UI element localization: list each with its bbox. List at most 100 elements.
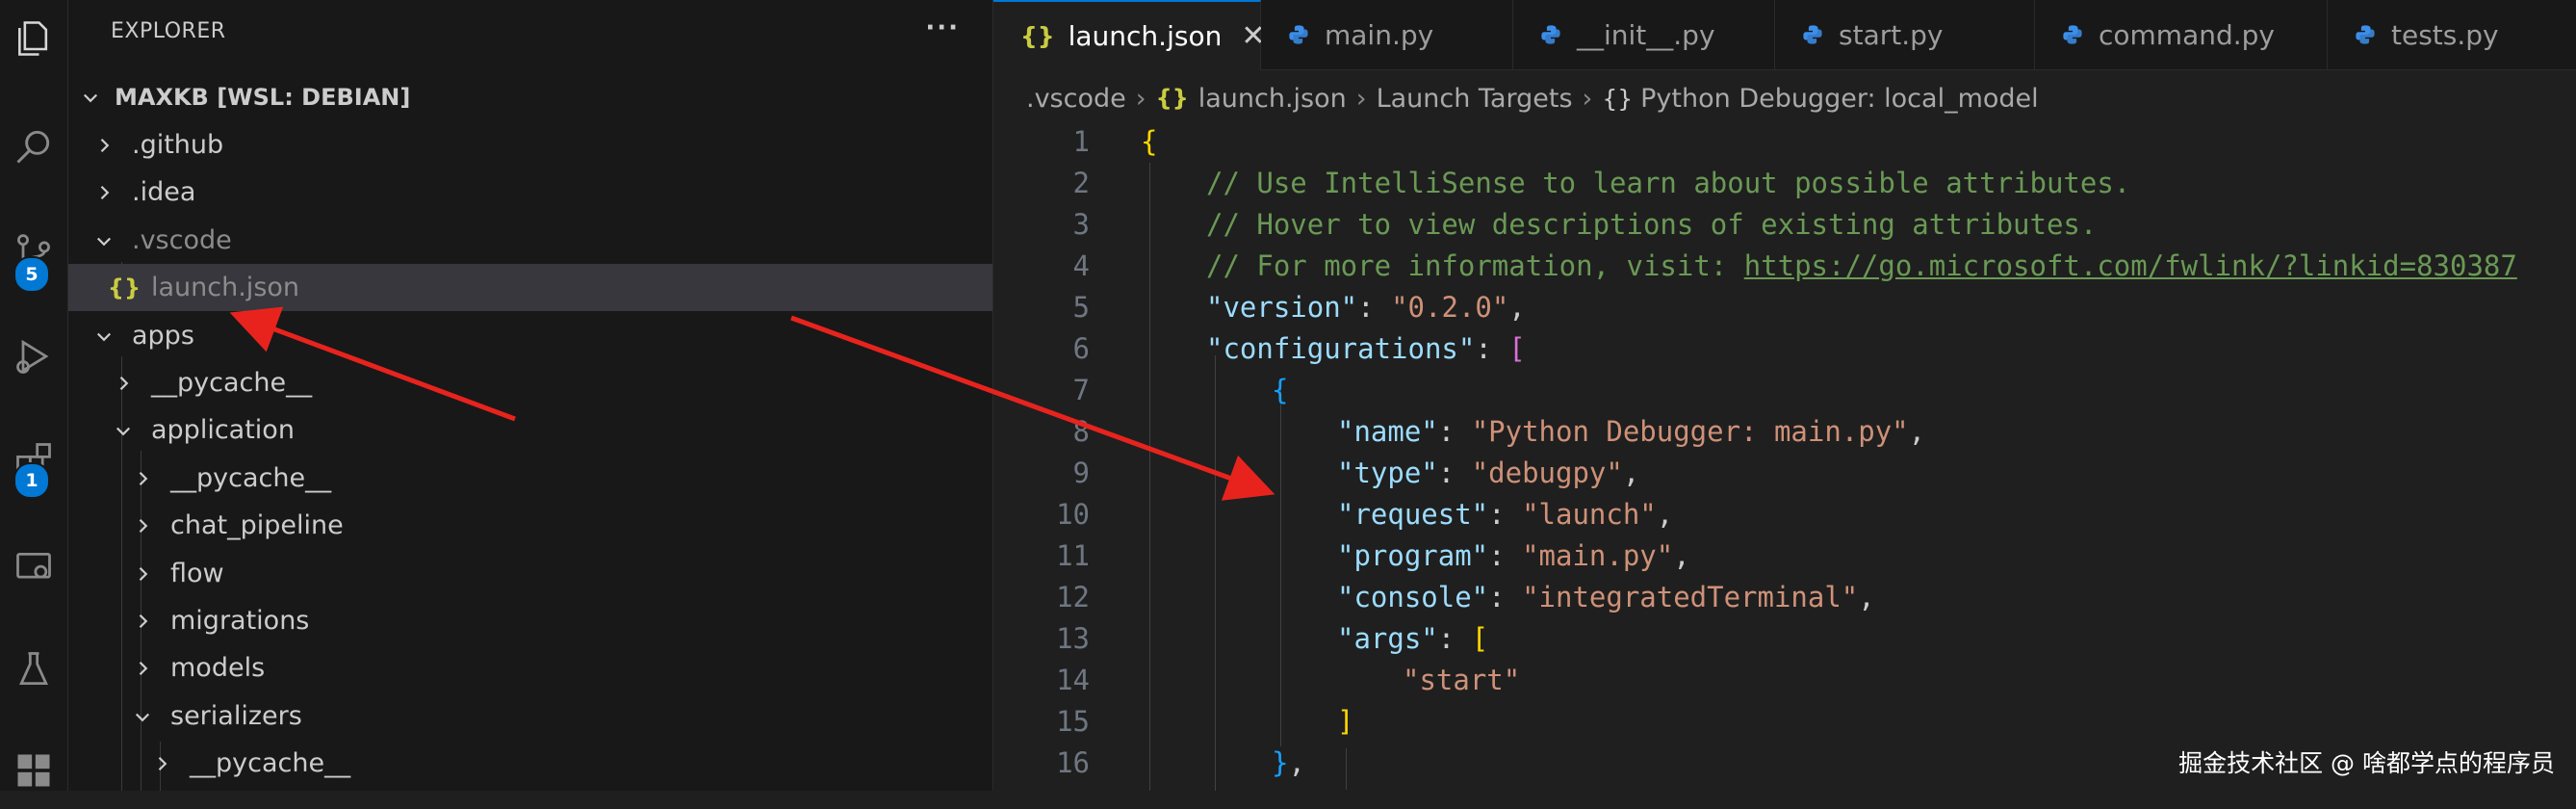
json-string: "debugpy" xyxy=(1471,457,1623,489)
chevron-right-icon xyxy=(126,516,159,535)
activity-bar: 5 1 xyxy=(0,0,68,791)
chevron-right-icon xyxy=(88,136,120,155)
json-key: "args" xyxy=(1337,622,1438,655)
tree-item-label: flow xyxy=(170,559,224,588)
tree-item[interactable]: application xyxy=(68,406,992,454)
tree-item[interactable]: migrations xyxy=(68,597,992,644)
tab-label: command.py xyxy=(2099,18,2275,51)
json-file-icon: {} xyxy=(1155,85,1189,112)
tab-label: __init__.py xyxy=(1577,18,1715,51)
tree-item-label: .github xyxy=(132,130,224,160)
tree-item[interactable]: __pycache__ xyxy=(68,740,992,787)
grid-icon[interactable] xyxy=(0,732,67,809)
breadcrumb-section[interactable]: Launch Targets xyxy=(1377,84,1573,114)
tree-item-label: application xyxy=(151,415,295,445)
chevron-right-icon: › xyxy=(1582,83,1593,114)
source-control-badge: 5 xyxy=(13,256,50,293)
tree-item-label: __pycache__ xyxy=(170,463,332,493)
chevron-right-icon xyxy=(145,754,178,773)
object-icon: {} xyxy=(1602,84,1634,113)
run-debug-icon[interactable] xyxy=(0,318,67,395)
extensions-badge: 1 xyxy=(13,462,50,499)
watermark: 掘金技术社区 @ 啥都学点的程序员 xyxy=(2178,749,2555,777)
json-key: "program" xyxy=(1337,539,1489,572)
json-key: "version" xyxy=(1206,291,1358,324)
tab-init-py[interactable]: __init__.py xyxy=(1513,0,1775,69)
tab-launch-json[interactable]: {} launch.json ✕ xyxy=(993,0,1265,70)
json-key: "console" xyxy=(1337,581,1489,613)
chevron-right-icon xyxy=(88,183,120,202)
python-file-icon xyxy=(2063,25,2082,44)
json-string: "start" xyxy=(1403,664,1521,696)
python-file-icon xyxy=(2356,25,2375,44)
chevron-down-icon xyxy=(88,326,120,346)
tab-label: tests.py xyxy=(2391,18,2499,51)
tab-tests-py[interactable]: tests.py xyxy=(2328,0,2576,69)
code-comment: // Hover to view descriptions of existin… xyxy=(1206,208,2098,241)
json-key: "request" xyxy=(1337,498,1489,531)
tab-main-py[interactable]: main.py xyxy=(1261,0,1513,69)
search-icon[interactable] xyxy=(0,108,67,185)
code-editor[interactable]: 1 2 3 4 5 6 7 8 9 10 11 12 13 14 15 16 { // Use Intelli… xyxy=(993,117,2576,791)
json-key: "type" xyxy=(1337,457,1438,489)
code-comment: // Use IntelliSense to learn about possi… xyxy=(1206,167,2131,199)
chevron-right-icon xyxy=(107,374,140,393)
tree-item-label: apps xyxy=(132,321,194,351)
tree-item-label: .idea xyxy=(132,177,196,207)
chevron-right-icon xyxy=(126,659,159,678)
explorer-title: EXPLORER xyxy=(111,19,226,43)
tree-item[interactable]: models xyxy=(68,644,992,692)
tree-item[interactable]: .github xyxy=(68,121,992,169)
tree-item-label: models xyxy=(170,653,266,683)
tree-item[interactable]: __pycache__ xyxy=(68,455,992,502)
json-file-icon: {} xyxy=(107,274,142,301)
json-string: "0.2.0" xyxy=(1391,291,1509,324)
testing-icon[interactable] xyxy=(0,631,67,708)
tree-item-label: launch.json xyxy=(151,273,300,302)
breadcrumb-item[interactable]: Python Debugger: local_model xyxy=(1640,84,2039,114)
python-file-icon xyxy=(1803,25,1822,44)
tree-item[interactable]: chat_pipeline xyxy=(68,502,992,549)
tree-item[interactable]: {} launch.json xyxy=(68,264,992,311)
breadcrumb: .vscode › {} launch.json › Launch Target… xyxy=(1026,79,2039,117)
chevron-right-icon: › xyxy=(1135,83,1146,114)
tab-label: main.py xyxy=(1325,18,1434,51)
tree-item-label: serializers xyxy=(170,701,302,731)
tree-item[interactable]: __pycache__ xyxy=(68,359,992,406)
chevron-right-icon xyxy=(126,612,159,631)
explorer-sidebar: EXPLORER ··· MAXKB [WSL: DEBIAN] .github… xyxy=(68,0,993,791)
json-string: "integratedTerminal" xyxy=(1522,581,1859,613)
tree-item-label: __pycache__ xyxy=(190,748,351,778)
json-string: "launch" xyxy=(1522,498,1657,531)
tree-item[interactable]: flow xyxy=(68,550,992,597)
breadcrumb-folder[interactable]: .vscode xyxy=(1026,84,1126,114)
chevron-down-icon xyxy=(88,231,120,250)
tree-item-label: __pycache__ xyxy=(151,368,313,398)
tab-command-py[interactable]: command.py xyxy=(2035,0,2328,69)
chevron-right-icon xyxy=(126,564,159,584)
breadcrumb-file[interactable]: launch.json xyxy=(1198,84,1347,114)
python-file-icon xyxy=(1289,25,1308,44)
remote-explorer-icon[interactable] xyxy=(0,530,67,607)
tree-item-label: chat_pipeline xyxy=(170,510,344,540)
tab-label: start.py xyxy=(1839,18,1944,51)
tree-item[interactable]: serializers xyxy=(68,692,992,740)
tree-item[interactable]: .vscode xyxy=(68,217,992,264)
more-actions-button[interactable]: ··· xyxy=(925,13,960,42)
chevron-right-icon xyxy=(126,469,159,488)
tab-label: launch.json xyxy=(1068,20,1223,52)
chevron-right-icon: › xyxy=(1355,83,1367,114)
json-file-icon: {} xyxy=(1020,22,1055,50)
workspace-root[interactable]: MAXKB [WSL: DEBIAN] xyxy=(68,73,992,120)
explorer-icon[interactable] xyxy=(0,0,67,77)
tree-item[interactable]: .idea xyxy=(68,169,992,216)
json-key: "name" xyxy=(1337,415,1438,448)
code-comment: // For more information, visit: xyxy=(1206,249,1744,282)
json-key: "configurations" xyxy=(1206,332,1476,365)
docs-link[interactable]: https://go.microsoft.com/fwlink/?linkid=… xyxy=(1744,249,2517,282)
tree-item-label: .vscode xyxy=(132,225,232,255)
tree-item[interactable]: apps xyxy=(68,312,992,359)
chevron-down-icon xyxy=(126,707,159,726)
tab-start-py[interactable]: start.py xyxy=(1775,0,2035,69)
workspace-root-label: MAXKB [WSL: DEBIAN] xyxy=(115,83,411,111)
